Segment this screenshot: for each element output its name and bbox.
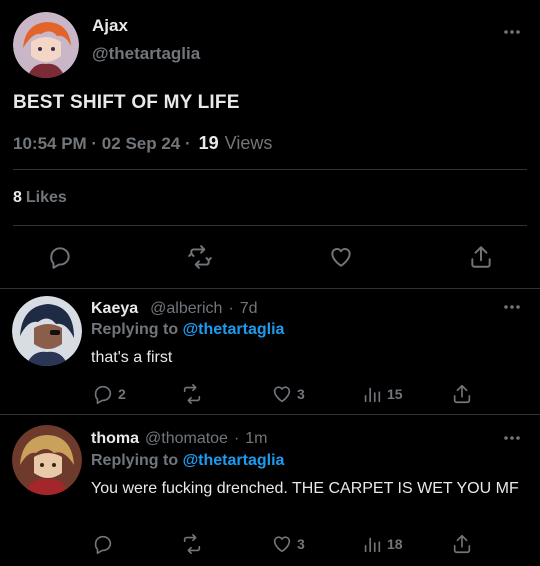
retweet-icon <box>181 533 203 555</box>
avatar-thoma[interactable] <box>12 425 82 495</box>
views-action[interactable]: 18 <box>361 533 403 555</box>
reply-action[interactable] <box>92 533 118 555</box>
share-icon <box>451 533 473 555</box>
author-name[interactable]: Ajax <box>92 16 128 36</box>
tweet-meta: 10:54 PM · 02 Sep 24 · 19 Views <box>13 133 272 154</box>
reply-author-name[interactable]: Kaeya <box>91 300 138 318</box>
view-count: 15 <box>387 386 403 402</box>
reply-separator: · <box>228 300 234 317</box>
reply-author-name[interactable]: thoma <box>91 430 139 448</box>
reply-header: Kaeya @alberich · 7d <box>91 300 258 318</box>
retweet-icon <box>181 383 203 405</box>
like-action[interactable]: 3 <box>271 383 305 405</box>
views-label: Views <box>224 133 273 153</box>
divider <box>13 169 527 170</box>
reply-header: thoma @thomatoe · 1m <box>91 430 268 448</box>
view-count: 18 <box>387 536 403 552</box>
replying-to-link[interactable]: @thetartaglia <box>183 321 285 338</box>
replying-to: Replying to @thetartaglia <box>91 452 284 470</box>
views-count: 19 <box>198 133 219 153</box>
reply-icon <box>92 533 114 555</box>
reply-separator: · <box>233 430 240 447</box>
retweet-action[interactable] <box>181 383 207 405</box>
reply-author-handle[interactable]: @thomatoe <box>145 430 228 448</box>
views-icon <box>361 533 383 555</box>
likes-count: 8 <box>13 189 22 206</box>
share-icon <box>451 383 473 405</box>
replying-to: Replying to @thetartaglia <box>91 321 284 339</box>
retweet-action[interactable] <box>181 533 207 555</box>
avatar-kaeya[interactable] <box>12 296 82 366</box>
views-icon <box>361 383 383 405</box>
reply-item[interactable]: Kaeya @alberich · 7d Replying to @thetar… <box>0 289 540 415</box>
reply-action[interactable]: 2 <box>92 383 126 405</box>
author-handle[interactable]: @thetartaglia <box>92 44 200 64</box>
more-icon[interactable] <box>502 303 522 311</box>
reply-item[interactable]: thoma @thomatoe · 1m Replying to @thetar… <box>0 415 540 566</box>
reply-count: 2 <box>118 386 126 402</box>
like-icon <box>271 383 293 405</box>
like-icon <box>271 533 293 555</box>
tweet-text: BEST SHIFT OF MY LIFE <box>13 92 240 113</box>
avatar-ajax[interactable] <box>13 12 79 78</box>
replying-prefix: Replying to <box>91 452 179 469</box>
reply-time[interactable]: 1m <box>245 430 267 448</box>
more-icon[interactable] <box>502 28 522 36</box>
share-action[interactable] <box>451 533 473 555</box>
like-icon[interactable] <box>328 244 354 270</box>
divider <box>13 225 527 226</box>
reply-author-handle[interactable]: @alberich <box>150 300 222 318</box>
more-icon[interactable] <box>502 434 522 442</box>
share-action[interactable] <box>451 383 473 405</box>
reply-icon <box>92 383 114 405</box>
like-count: 3 <box>297 386 305 402</box>
retweet-icon[interactable] <box>187 244 213 270</box>
views-action[interactable]: 15 <box>361 383 403 405</box>
like-action[interactable]: 3 <box>271 533 305 555</box>
replying-to-link[interactable]: @thetartaglia <box>183 452 285 469</box>
replying-prefix: Replying to <box>91 321 179 338</box>
reply-time[interactable]: 7d <box>240 300 258 318</box>
main-tweet: Ajax @thetartaglia BEST SHIFT OF MY LIFE… <box>0 0 540 290</box>
reply-text: that's a first <box>91 349 173 366</box>
like-count: 3 <box>297 536 305 552</box>
likes-stat[interactable]: 8 Likes <box>13 189 67 207</box>
reply-icon[interactable] <box>47 244 73 270</box>
share-icon[interactable] <box>468 244 494 270</box>
reply-text: You were fucking drenched. THE CARPET IS… <box>91 480 519 497</box>
likes-label: Likes <box>25 189 67 206</box>
tweet-timestamp[interactable]: 10:54 PM · 02 Sep 24 · <box>13 134 191 154</box>
